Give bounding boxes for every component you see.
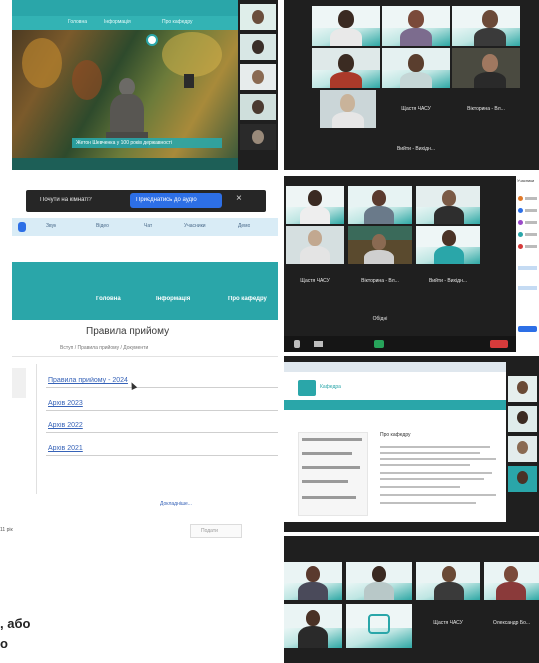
- zoom-gallery-chat-panel: Щастя ЧАСУ Вікторина - Вл... Вийти - Вих…: [284, 176, 539, 352]
- left-menu: [298, 432, 368, 516]
- video-icon[interactable]: [314, 341, 323, 347]
- join-audio-button[interactable]: Приєднатись до аудіо: [130, 193, 222, 208]
- section-title: Про кафедру: [380, 432, 411, 438]
- participant-name: Олександр Бо...: [492, 620, 531, 626]
- link-separator: [46, 410, 278, 411]
- join-audio-button-label: Приєднатись до аудіо: [136, 197, 197, 203]
- participant-video: [382, 6, 450, 46]
- menu-item[interactable]: [302, 496, 356, 499]
- participant-video: [312, 6, 380, 46]
- toolbar-item[interactable]: Чат: [144, 223, 152, 229]
- left-small-text: 11 рік: [0, 527, 13, 533]
- participant-name: Вікторина - Вл...: [361, 278, 399, 284]
- site-nav-item[interactable]: Інформація: [104, 19, 131, 25]
- document-link[interactable]: Архів 2021: [48, 445, 83, 452]
- cursor-icon: [128, 381, 138, 390]
- join-audio-panel: Почути на кімнаті? Приєднатись до аудіо …: [12, 176, 278, 240]
- toolbar-item[interactable]: Учасники: [184, 223, 206, 229]
- zoom-side-strip: [238, 0, 278, 170]
- bottom-text: , або: [0, 616, 31, 631]
- toolbar-item[interactable]: Відео: [96, 223, 109, 229]
- audio-prompt-text: Почути на кімнаті?: [40, 197, 92, 203]
- site-header-band: [12, 262, 278, 320]
- slide-caption: Жетон Шевченка у 100 років державності: [76, 140, 172, 146]
- bottom-text: о: [0, 636, 8, 651]
- content-border: [36, 364, 37, 494]
- toolbar-item[interactable]: Звук: [46, 223, 56, 229]
- admission-page-panel: Головна Інформація Про кафедру Правила п…: [0, 244, 278, 663]
- zoom-side-strip: [506, 372, 539, 512]
- document-link[interactable]: Правила прийому - 2024: [48, 377, 128, 384]
- participant-video: [286, 186, 344, 224]
- link-separator: [46, 432, 278, 433]
- site-nav-bar: [284, 400, 506, 410]
- participant-video: [284, 604, 342, 648]
- mic-icon[interactable]: [18, 222, 26, 232]
- link-separator: [46, 455, 278, 456]
- participants-panel-header: Учасники: [517, 178, 535, 183]
- menu-item[interactable]: [302, 438, 362, 441]
- site-nav-item[interactable]: Про кафедру: [228, 296, 278, 302]
- site-logo-icon: [298, 380, 316, 396]
- participant-video: [348, 226, 412, 264]
- photo-collage: Головна Інформація Про кафедру Жетон Шев…: [0, 0, 539, 663]
- participant-video: [286, 226, 344, 264]
- website-zoom-panel: Кафедра Про кафедру: [284, 356, 539, 532]
- participant-video: [284, 562, 342, 600]
- site-nav-item[interactable]: Інформація: [156, 296, 190, 302]
- participant-video: [346, 562, 412, 600]
- website-screenshot-panel: Головна Інформація Про кафедру Жетон Шев…: [12, 0, 278, 170]
- document-link[interactable]: Архів 2023: [48, 400, 83, 407]
- page-divider: [12, 356, 278, 357]
- zoom-gallery-bottom-panel: Щастя ЧАСУ Олександр Бо...: [284, 536, 539, 663]
- share-screen-icon[interactable]: [374, 340, 384, 348]
- site-nav-item[interactable]: Головна: [68, 19, 87, 25]
- zoom-gallery-panel: Щастя ЧАСУ Вікторина - Вл... Вийти - Вих…: [284, 0, 539, 170]
- participant-video: [452, 48, 520, 88]
- participant-name: Вийти - Вихідн...: [428, 278, 468, 284]
- participant-video: [346, 604, 412, 648]
- breadcrumb[interactable]: Вступ / Правила прийому / Документи: [60, 345, 240, 351]
- participant-name: Щастя ЧАСУ: [433, 620, 463, 626]
- participant-video: [320, 90, 376, 128]
- end-meeting-button[interactable]: [490, 340, 508, 348]
- close-icon[interactable]: ×: [236, 193, 242, 204]
- submit-button-label: Подати: [201, 528, 218, 534]
- participants-side-panel: Учасники: [516, 176, 539, 352]
- site-nav-item[interactable]: Головна: [96, 296, 121, 302]
- link-separator: [46, 387, 278, 388]
- menu-item[interactable]: [302, 452, 352, 455]
- participant-name: Обідні: [372, 316, 388, 322]
- participant-video: [452, 6, 520, 46]
- participant-video: [416, 226, 480, 264]
- participant-video: [416, 562, 480, 600]
- more-link[interactable]: Докладніше...: [160, 501, 192, 507]
- site-logo-icon: [146, 34, 158, 46]
- site-nav-item[interactable]: Про кафедру: [162, 19, 193, 25]
- menu-item[interactable]: [302, 466, 360, 469]
- menu-item[interactable]: [302, 480, 348, 483]
- browser-chrome: [284, 362, 506, 372]
- side-card: [12, 368, 26, 398]
- participant-video: [484, 562, 539, 600]
- mic-icon[interactable]: [294, 340, 300, 348]
- participant-name: Вийти - Вихідн...: [396, 146, 436, 152]
- participant-video: [416, 186, 480, 224]
- page-title: Правила прийому: [86, 326, 170, 337]
- participant-video: [312, 48, 380, 88]
- toolbar-item[interactable]: Демо: [238, 223, 250, 229]
- participant-video: [382, 48, 450, 88]
- site-heading: Кафедра: [320, 384, 341, 390]
- participant-name: Вікторина - Вл...: [467, 106, 505, 112]
- participant-video: [348, 186, 412, 224]
- submit-button[interactable]: Подати: [190, 524, 242, 538]
- participant-name: Щастя ЧАСУ: [300, 278, 330, 284]
- participant-name: Щастя ЧАСУ: [401, 106, 431, 112]
- document-link[interactable]: Архів 2022: [48, 422, 83, 429]
